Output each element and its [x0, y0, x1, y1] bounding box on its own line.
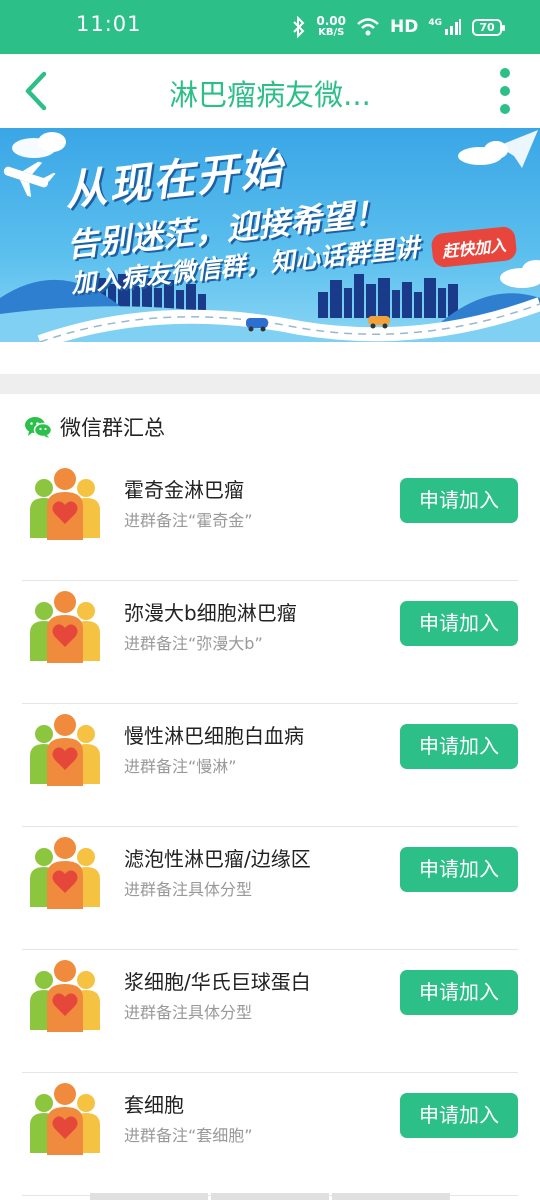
status-bar: 11:01 0.00 KB/S HD 4G 70	[0, 0, 540, 54]
nav-bar: 淋巴瘤病友微...	[0, 54, 540, 128]
back-button[interactable]	[18, 68, 58, 114]
group-avatar-icon	[28, 589, 102, 663]
group-name: 霍奇金淋巴瘤	[124, 478, 244, 502]
status-icons: 0.00 KB/S HD 4G 70	[292, 10, 505, 44]
signal-indicator: 4G	[428, 18, 462, 36]
apply-join-button[interactable]: 申请加入	[400, 601, 518, 646]
hd-indicator: HD	[390, 17, 419, 37]
group-join-note: 进群备注“弥漫大b”	[124, 634, 263, 653]
chevron-left-icon	[25, 71, 47, 111]
net-speed-unit: KB/S	[318, 27, 345, 38]
bottom-tab-3[interactable]	[332, 1193, 450, 1200]
status-time: 11:01	[76, 12, 142, 36]
promo-banner[interactable]: 从现在开始 告别迷茫，迎接希望！ 加入病友微信群，知心话群里讲 赶快加入	[0, 128, 540, 342]
airplane-icon	[3, 161, 56, 198]
wifi-icon	[357, 18, 379, 36]
group-name: 弥漫大b细胞淋巴瘤	[124, 601, 297, 625]
group-list: 霍奇金淋巴瘤 进群备注“霍奇金” 申请加入 弥漫大b细胞淋巴瘤 进群备注“弥漫大…	[0, 458, 540, 1196]
signal-bars-icon	[445, 19, 461, 35]
bottom-tab-2[interactable]	[211, 1193, 329, 1200]
group-name: 滤泡性淋巴瘤/边缘区	[124, 847, 311, 871]
group-join-note: 进群备注具体分型	[124, 880, 253, 899]
group-avatar-icon	[28, 1081, 102, 1155]
section-header: 微信群汇总	[24, 410, 165, 444]
apply-join-button[interactable]: 申请加入	[400, 478, 518, 523]
section-title: 微信群汇总	[60, 416, 165, 440]
section-divider	[0, 374, 540, 394]
group-avatar-icon	[28, 958, 102, 1032]
group-join-note: 进群备注“霍奇金”	[124, 511, 253, 530]
bluetooth-icon	[293, 16, 305, 38]
more-vertical-icon-dot	[500, 86, 510, 96]
signal-label: 4G	[428, 18, 442, 28]
apply-join-button[interactable]: 申请加入	[400, 847, 518, 892]
paper-plane-icon	[498, 130, 538, 168]
group-row[interactable]: 套细胞 进群备注“套细胞” 申请加入	[0, 1073, 540, 1196]
group-name: 慢性淋巴细胞白血病	[124, 724, 304, 748]
net-speed: 0.00 KB/S	[316, 14, 346, 38]
group-row[interactable]: 霍奇金淋巴瘤 进群备注“霍奇金” 申请加入	[0, 458, 540, 581]
wechat-icon	[25, 417, 52, 438]
bottom-tab-strip	[90, 1193, 450, 1200]
group-row[interactable]: 滤泡性淋巴瘤/边缘区 进群备注具体分型 申请加入	[0, 827, 540, 950]
group-row[interactable]: 慢性淋巴细胞白血病 进群备注“慢淋” 申请加入	[0, 704, 540, 827]
group-name: 浆细胞/华氏巨球蛋白	[124, 970, 311, 994]
car-orange	[368, 316, 390, 325]
group-join-note: 进群备注具体分型	[124, 1003, 253, 1022]
bottom-tab-1[interactable]	[90, 1193, 208, 1200]
group-join-note: 进群备注“慢淋”	[124, 757, 237, 776]
more-vertical-icon-dot	[500, 104, 510, 114]
more-button[interactable]	[498, 68, 512, 114]
apply-join-button[interactable]: 申请加入	[400, 1093, 518, 1138]
apply-join-button[interactable]: 申请加入	[400, 724, 518, 769]
group-avatar-icon	[28, 712, 102, 786]
group-row[interactable]: 浆细胞/华氏巨球蛋白 进群备注具体分型 申请加入	[0, 950, 540, 1073]
battery-indicator: 70	[472, 18, 505, 36]
group-avatar-icon	[28, 835, 102, 909]
car-blue	[246, 318, 268, 328]
group-avatar-icon	[28, 466, 102, 540]
group-row[interactable]: 弥漫大b细胞淋巴瘤 进群备注“弥漫大b” 申请加入	[0, 581, 540, 704]
apply-join-button[interactable]: 申请加入	[400, 970, 518, 1015]
group-join-note: 进群备注“套细胞”	[124, 1126, 253, 1145]
net-speed-value: 0.00	[316, 14, 346, 28]
page-title: 淋巴瘤病友微...	[169, 78, 371, 112]
more-vertical-icon	[500, 68, 510, 78]
group-name: 套细胞	[124, 1093, 184, 1117]
